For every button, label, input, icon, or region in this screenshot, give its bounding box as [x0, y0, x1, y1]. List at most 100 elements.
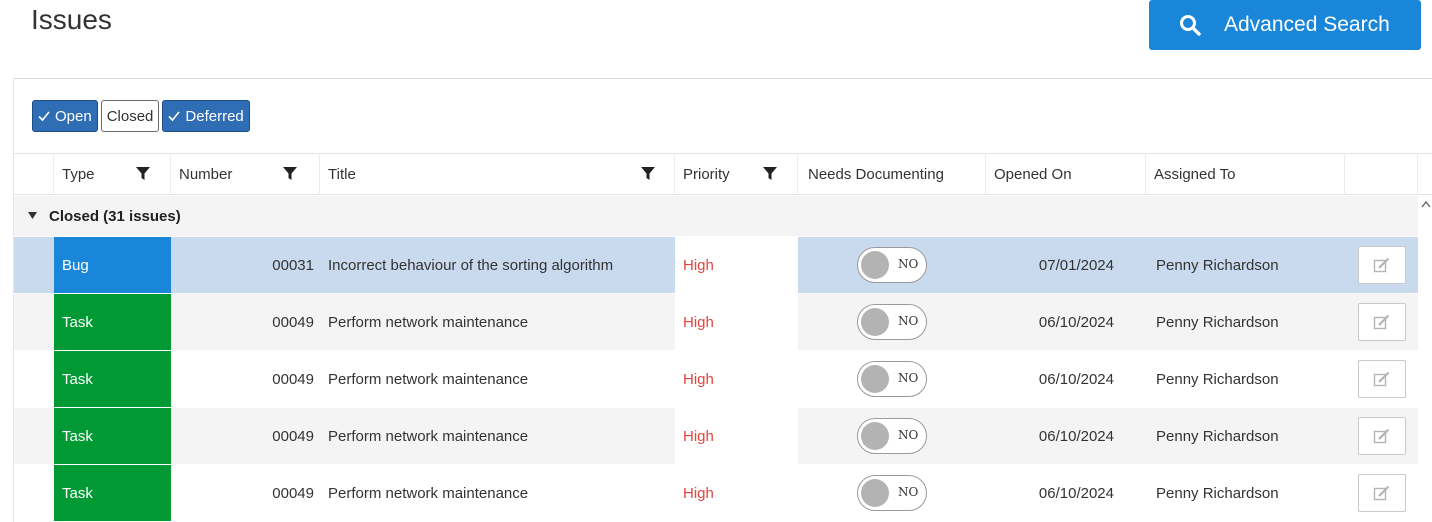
opened-on-cell: 06/10/2024 [1038, 370, 1114, 388]
number-cell: 00049 [272, 427, 314, 445]
needs-documenting-cell: NO [798, 351, 986, 407]
header-title[interactable]: Title [320, 154, 675, 195]
assigned-to-cell: Penny Richardson [1156, 256, 1279, 274]
header-spacer [14, 154, 54, 195]
needs-documenting-cell: NO [798, 408, 986, 464]
priority-cell: High [675, 465, 798, 521]
toggle-label: NO [898, 428, 919, 442]
group-row-closed[interactable]: Closed (31 issues) [14, 196, 1418, 236]
filter-icon[interactable] [763, 167, 777, 181]
page-title: Issues [31, 4, 112, 35]
needs-documenting-cell: NO [798, 237, 986, 293]
grid-header: Type Number Title Priority Needs Documen… [14, 153, 1432, 195]
filter-open-button[interactable]: Open [32, 100, 98, 132]
toggle-label: NO [898, 371, 919, 385]
edit-button[interactable] [1357, 417, 1406, 455]
edit-icon [1373, 428, 1389, 444]
toggle-knob [861, 308, 889, 336]
number-cell: 00049 [272, 370, 314, 388]
header-type[interactable]: Type [54, 154, 171, 195]
type-cell: Task [54, 465, 171, 521]
assigned-to-cell: Penny Richardson [1156, 484, 1279, 502]
edit-icon [1373, 371, 1389, 387]
scroll-up-icon[interactable] [1421, 200, 1431, 208]
needs-documenting-cell: NO [798, 294, 986, 350]
edit-icon [1373, 485, 1389, 501]
table-row[interactable]: Task 00049 Perform network maintenance H… [14, 408, 1418, 464]
title-divider [13, 78, 1432, 79]
number-cell: 00049 [272, 484, 314, 502]
toggle-knob [861, 479, 889, 507]
table-row[interactable]: Task 00049 Perform network maintenance H… [14, 351, 1418, 407]
status-filters: Open Closed Deferred [32, 100, 250, 132]
edit-cell [1345, 237, 1418, 293]
edit-icon [1373, 257, 1389, 273]
header-type-label: Type [62, 166, 95, 183]
caret-down-icon[interactable] [28, 212, 37, 220]
assigned-to-cell: Penny Richardson [1156, 370, 1279, 388]
row-spacer [14, 465, 54, 521]
title-cell: Perform network maintenance [328, 427, 529, 445]
edit-icon [1373, 314, 1389, 330]
edit-button[interactable] [1357, 246, 1406, 284]
assigned-to-cell: Penny Richardson [1156, 313, 1279, 331]
toggle-knob [861, 365, 889, 393]
header-priority-label: Priority [683, 166, 730, 183]
filter-deferred-label: Deferred [185, 107, 244, 125]
needs-documenting-toggle[interactable]: NO [857, 418, 927, 454]
needs-documenting-toggle[interactable]: NO [857, 304, 927, 340]
needs-documenting-cell: NO [798, 465, 986, 521]
number-cell: 00031 [272, 256, 314, 274]
title-cell: Perform network maintenance [328, 484, 529, 502]
check-icon [168, 111, 181, 122]
header-title-label: Title [328, 166, 356, 183]
table-row[interactable]: Bug 00031 Incorrect behaviour of the sor… [14, 237, 1418, 293]
title-cell: Perform network maintenance [328, 370, 529, 388]
needs-documenting-toggle[interactable]: NO [857, 247, 927, 283]
header-opened-on-label: Opened On [994, 166, 1072, 183]
header-number[interactable]: Number [171, 154, 320, 195]
filter-closed-button[interactable]: Closed [100, 100, 160, 132]
edit-button[interactable] [1357, 360, 1406, 398]
filter-deferred-button[interactable]: Deferred [162, 100, 250, 132]
row-spacer [14, 294, 54, 350]
edit-button[interactable] [1357, 303, 1406, 341]
header-assigned-to[interactable]: Assigned To [1146, 154, 1345, 195]
edit-button[interactable] [1357, 474, 1406, 512]
filter-open-label: Open [55, 107, 92, 125]
edit-cell [1345, 408, 1418, 464]
group-label: Closed (31 issues) [49, 207, 181, 225]
needs-documenting-toggle[interactable]: NO [857, 475, 927, 511]
type-cell: Task [54, 351, 171, 407]
opened-on-cell: 06/10/2024 [1038, 484, 1114, 502]
filter-icon[interactable] [283, 167, 297, 181]
filter-icon[interactable] [136, 167, 150, 181]
type-cell: Bug [54, 237, 171, 293]
header-actions [1345, 154, 1418, 195]
title-cell: Incorrect behaviour of the sorting algor… [328, 256, 614, 274]
filter-icon[interactable] [641, 167, 655, 181]
number-cell: 00049 [272, 313, 314, 331]
opened-on-cell: 07/01/2024 [1038, 256, 1114, 274]
advanced-search-button[interactable]: Advanced Search [1149, 0, 1421, 50]
table-row[interactable]: Task 00049 Perform network maintenance H… [14, 465, 1418, 521]
header-priority[interactable]: Priority [675, 154, 798, 195]
header-needs-documenting[interactable]: Needs Documenting [798, 154, 986, 195]
row-spacer [14, 237, 54, 293]
check-icon [38, 111, 50, 122]
row-spacer [14, 408, 54, 464]
edit-cell [1345, 465, 1418, 521]
toggle-knob [861, 251, 889, 279]
edit-cell [1345, 351, 1418, 407]
header-opened-on[interactable]: Opened On [986, 154, 1146, 195]
table-row[interactable]: Task 00049 Perform network maintenance H… [14, 294, 1418, 350]
advanced-search-label: Advanced Search [1224, 13, 1390, 36]
row-spacer [14, 351, 54, 407]
needs-documenting-toggle[interactable]: NO [857, 361, 927, 397]
header-needs-documenting-label: Needs Documenting [808, 166, 944, 183]
toggle-label: NO [898, 314, 919, 328]
opened-on-cell: 06/10/2024 [1038, 313, 1114, 331]
toggle-label: NO [898, 485, 919, 499]
priority-cell: High [675, 294, 798, 350]
header-number-label: Number [179, 166, 233, 183]
